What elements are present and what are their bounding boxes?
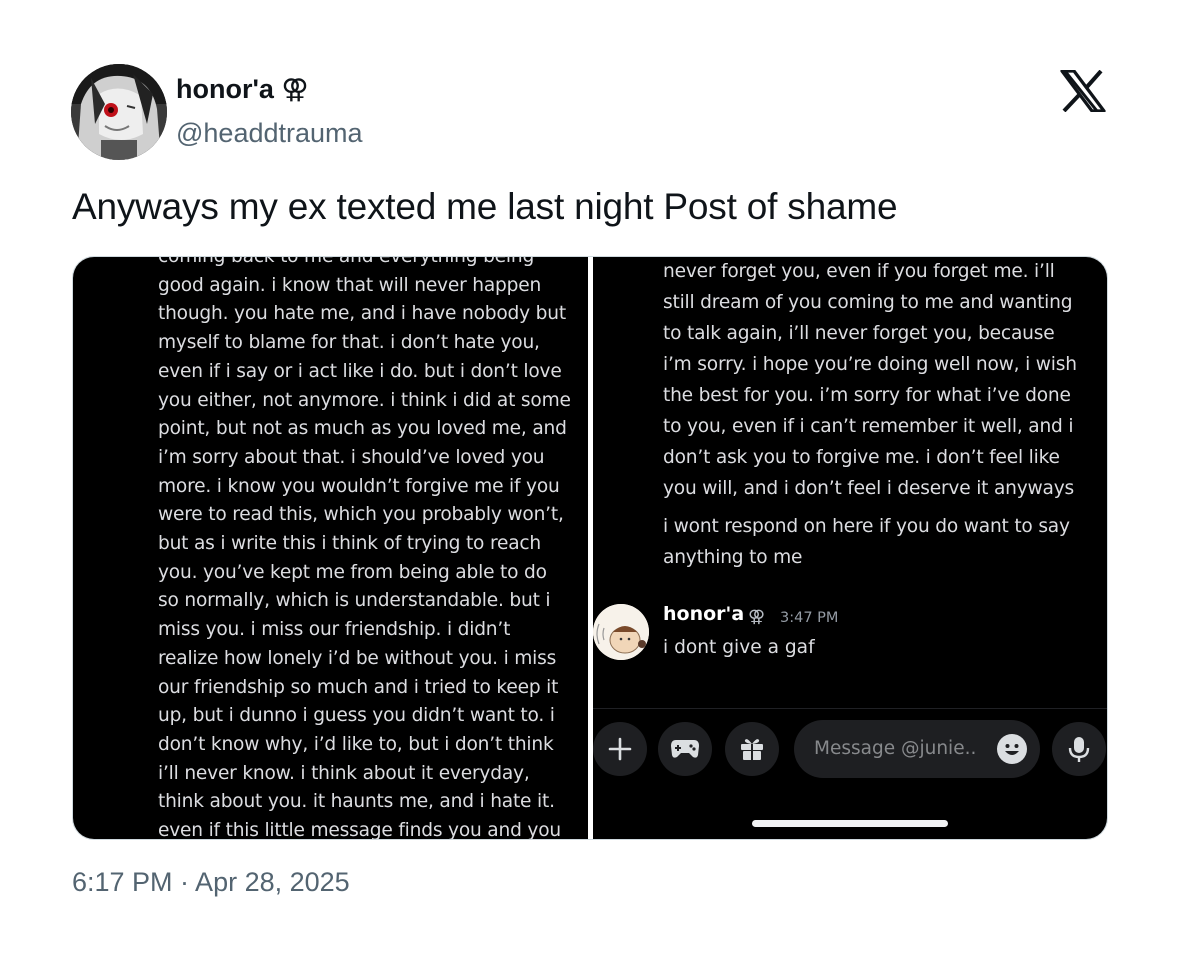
author-handle[interactable]: @headdtrauma xyxy=(176,118,363,149)
activities-button[interactable] xyxy=(658,722,712,776)
dm-message-text: coming back to me and everything being g… xyxy=(158,257,571,839)
screenshot-left[interactable]: coming back to me and everything being g… xyxy=(73,257,588,839)
author-avatar[interactable] xyxy=(71,64,167,160)
voice-message-button[interactable] xyxy=(1052,722,1106,776)
add-attachment-button[interactable] xyxy=(593,722,647,776)
x-logo-icon[interactable] xyxy=(1060,69,1106,113)
author-badge: ⚢ xyxy=(281,74,309,105)
gift-button[interactable] xyxy=(725,722,779,776)
tweet-timestamp[interactable]: 6:17 PM · Apr 28, 2025 xyxy=(72,867,350,898)
reply-text: i dont give a gaf xyxy=(663,637,815,658)
reply-avatar[interactable] xyxy=(593,604,649,660)
message-input[interactable]: Message @junie.. xyxy=(794,720,1040,778)
plus-icon xyxy=(608,737,632,761)
author-display-name: honor'a xyxy=(176,74,274,104)
author-name[interactable]: honor'a ⚢ xyxy=(176,74,309,105)
reply-avatar-image xyxy=(593,604,649,660)
screenshot-right[interactable]: never forget you, even if you forget me.… xyxy=(593,257,1107,839)
dm-message-text: never forget you, even if you forget me.… xyxy=(663,261,1077,499)
reply-timestamp: 3:47 PM xyxy=(780,610,839,626)
avatar-image xyxy=(71,64,167,160)
emoji-icon xyxy=(998,735,1026,763)
microphone-icon xyxy=(1068,737,1090,762)
tweet-text: Anyways my ex texted me last night Post … xyxy=(72,186,898,227)
gift-icon xyxy=(741,739,763,760)
emoji-button[interactable] xyxy=(997,734,1027,764)
home-indicator xyxy=(752,820,948,827)
reply-author[interactable]: honor'a xyxy=(663,603,744,625)
gamepad-icon xyxy=(671,740,699,758)
tweet-media[interactable]: coming back to me and everything being g… xyxy=(72,256,1108,840)
reply-author-badge: ⚢ xyxy=(748,607,766,627)
dm-message-text-followup: i wont respond on here if you do want to… xyxy=(663,516,1070,568)
message-input-placeholder: Message @junie.. xyxy=(814,738,977,759)
composer-divider xyxy=(593,708,1107,709)
